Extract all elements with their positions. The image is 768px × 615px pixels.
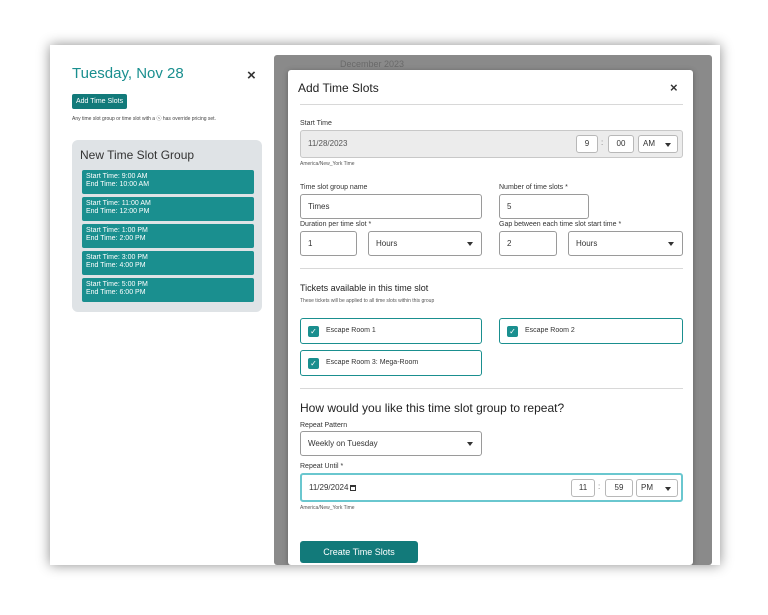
gap-label: Gap between each time slot start time * xyxy=(499,221,622,228)
start-ampm-select[interactable]: AM xyxy=(638,135,678,153)
day-title: Tuesday, Nov 28 xyxy=(72,65,184,82)
time-slot[interactable]: Start Time: 5:00 PM End Time: 6:00 PM xyxy=(82,278,254,302)
repeat-pattern-label: Repeat Pattern xyxy=(300,422,348,429)
duration-label: Duration per time slot * xyxy=(300,221,372,228)
until-ampm-select[interactable]: PM xyxy=(636,479,678,497)
until-hour-input[interactable]: 11 xyxy=(571,479,595,497)
divider xyxy=(300,268,683,269)
divider xyxy=(300,388,683,389)
time-slot[interactable]: Start Time: 9:00 AM End Time: 10:00 AM xyxy=(82,170,254,194)
repeat-until-label: Repeat Until * xyxy=(300,463,344,470)
add-time-slots-button[interactable]: Add Time Slots xyxy=(72,94,128,109)
chevron-down-icon xyxy=(665,487,671,491)
checkmark-icon[interactable]: ✓ xyxy=(308,326,319,337)
duration-value: 1 xyxy=(308,239,313,248)
calendar-month-header: December 2023 xyxy=(340,59,405,69)
ticket-label: Escape Room 3: Mega-Room xyxy=(326,359,419,366)
ticket-label: Escape Room 2 xyxy=(525,327,575,334)
close-icon[interactable]: × xyxy=(670,80,678,95)
time-separator: : xyxy=(601,138,604,147)
start-timezone: America/New_York Time xyxy=(300,161,355,167)
group-title: New Time Slot Group xyxy=(80,148,195,162)
time-slot[interactable]: Start Time: 3:00 PM End Time: 4:00 PM xyxy=(82,251,254,275)
slot-start-time: Start Time: 9:00 AM xyxy=(86,173,148,180)
start-time-label: Start Time xyxy=(300,120,332,127)
group-name-value: Times xyxy=(308,202,330,211)
app-frame: Tuesday, Nov 28 × Add Time Slots Any tim… xyxy=(50,45,720,565)
time-slot[interactable]: Start Time: 11:00 AM End Time: 12:00 PM xyxy=(82,197,254,221)
gap-unit-select[interactable]: Hours xyxy=(568,231,683,256)
ticket-checkbox-escape-room-1[interactable]: ✓ Escape Room 1 xyxy=(300,318,482,344)
until-minute-input[interactable]: 59 xyxy=(605,479,633,497)
repeat-pattern-select[interactable]: Weekly on Tuesday xyxy=(300,431,482,456)
chevron-down-icon xyxy=(665,143,671,147)
chevron-down-icon xyxy=(668,242,674,246)
gap-value: 2 xyxy=(507,239,512,248)
slot-end-time: End Time: 6:00 PM xyxy=(86,289,146,296)
repeat-pattern-value: Weekly on Tuesday xyxy=(308,439,378,448)
time-slot[interactable]: Start Time: 1:00 PM End Time: 2:00 PM xyxy=(82,224,254,248)
override-pricing-note: Any time slot group or time slot with a … xyxy=(72,116,216,122)
slot-start-time: Start Time: 5:00 PM xyxy=(86,281,148,288)
repeat-until-date-value: 11/29/2024 xyxy=(309,483,349,492)
slot-end-time: End Time: 12:00 PM xyxy=(86,208,150,215)
group-name-label: Time slot group name xyxy=(300,184,368,191)
duration-input[interactable]: 1 xyxy=(300,231,357,256)
start-ampm-value: AM xyxy=(643,139,655,148)
num-slots-value: 5 xyxy=(507,202,512,211)
ticket-label: Escape Room 1 xyxy=(326,327,376,334)
chevron-down-icon xyxy=(467,242,473,246)
repeat-heading: How would you like this time slot group … xyxy=(300,401,565,415)
ticket-checkbox-escape-room-3[interactable]: ✓ Escape Room 3: Mega-Room xyxy=(300,350,482,376)
gap-input[interactable]: 2 xyxy=(499,231,557,256)
calendar-icon[interactable] xyxy=(350,485,357,491)
slot-start-time: Start Time: 1:00 PM xyxy=(86,227,148,234)
start-hour-input[interactable]: 9 xyxy=(576,135,598,153)
until-timezone: America/New_York Time xyxy=(300,505,355,511)
checkmark-icon[interactable]: ✓ xyxy=(308,358,319,369)
day-panel: Tuesday, Nov 28 × Add Time Slots Any tim… xyxy=(50,45,272,565)
time-slot-group-card[interactable]: New Time Slot Group Start Time: 9:00 AM … xyxy=(72,140,262,312)
create-time-slots-button[interactable]: Create Time Slots xyxy=(300,541,418,563)
ticket-checkbox-escape-room-2[interactable]: ✓ Escape Room 2 xyxy=(499,318,683,344)
close-icon[interactable]: × xyxy=(247,67,256,84)
num-slots-input[interactable]: 5 xyxy=(499,194,589,219)
duration-unit-select[interactable]: Hours xyxy=(368,231,482,256)
slot-end-time: End Time: 2:00 PM xyxy=(86,235,146,242)
divider xyxy=(300,104,683,105)
slot-end-time: End Time: 4:00 PM xyxy=(86,262,146,269)
duration-unit-value: Hours xyxy=(376,239,398,248)
slot-start-time: Start Time: 3:00 PM xyxy=(86,254,148,261)
num-slots-label: Number of time slots * xyxy=(499,184,568,191)
group-name-input[interactable]: Times xyxy=(300,194,482,219)
start-minute-input[interactable]: 00 xyxy=(608,135,634,153)
tickets-subtext: These tickets will be applied to all tim… xyxy=(300,298,435,304)
gap-unit-value: Hours xyxy=(576,239,598,248)
until-ampm-value: PM xyxy=(641,483,653,492)
modal-title: Add Time Slots xyxy=(298,81,379,95)
slot-start-time: Start Time: 11:00 AM xyxy=(86,200,151,207)
slot-end-time: End Time: 10:00 AM xyxy=(86,181,150,188)
start-date-value: 11/28/2023 xyxy=(308,139,348,148)
add-time-slots-modal: Add Time Slots × Start Time 11/28/2023 9… xyxy=(288,70,693,565)
checkmark-icon[interactable]: ✓ xyxy=(507,326,518,337)
tickets-heading: Tickets available in this time slot xyxy=(300,283,429,293)
chevron-down-icon xyxy=(467,442,473,446)
time-separator: : xyxy=(598,482,601,491)
